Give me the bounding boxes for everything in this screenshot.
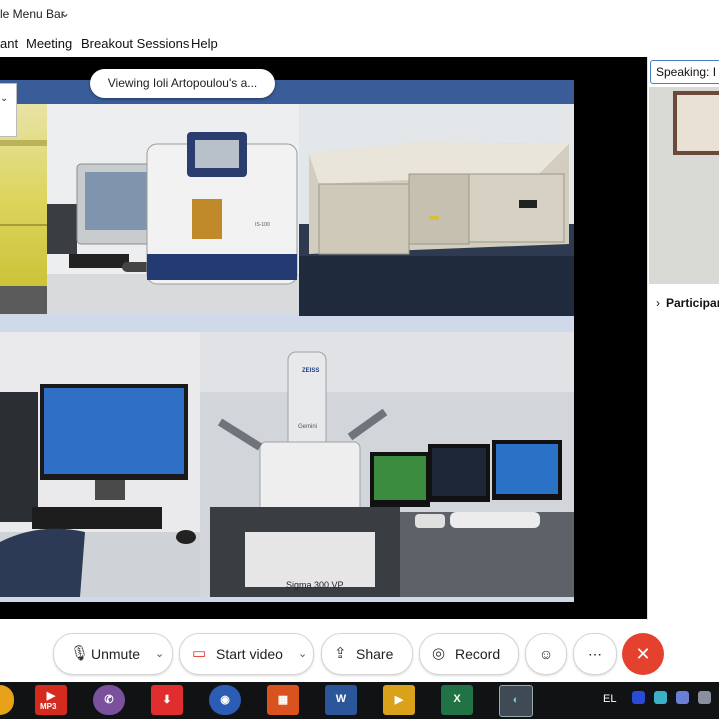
chevron-down-icon[interactable]: ⌄ (60, 6, 70, 20)
more-options-button[interactable]: ⋯ (573, 633, 617, 675)
sem-brand-label: ZEISS (302, 368, 320, 374)
chevron-right-icon: › (656, 296, 660, 310)
lab-photo-electron-microscope: ZEISS Gemini Sigma 300 VP (200, 332, 574, 597)
record-icon: ◎ (432, 645, 446, 662)
taskbar-app-mp3[interactable]: ▶ MP3 (35, 685, 67, 715)
video-off-icon: ▭ (192, 645, 207, 662)
instrument-label: IS-100 (255, 222, 270, 228)
end-meeting-button[interactable]: ✕ (622, 633, 664, 675)
sem-model-label: Sigma 300 VP (286, 580, 344, 590)
menu-bar: ant Meeting Breakout Sessions Help (0, 30, 719, 56)
menu-meeting[interactable]: Meeting (26, 36, 72, 51)
menu-participant[interactable]: ant (0, 36, 18, 51)
unmute-label: Unmute (91, 646, 141, 662)
tray-app-icon[interactable] (676, 691, 689, 704)
taskbar-app-viber[interactable]: ✆ (93, 685, 125, 715)
participants-label: Participants (666, 296, 719, 310)
record-button[interactable]: ◎ Record (419, 633, 519, 675)
taskbar-app-office[interactable]: ▦ (267, 685, 299, 715)
title-bar (0, 0, 719, 30)
sem-column-label: Gemini (298, 424, 318, 430)
share-label: Share (356, 646, 394, 662)
chevron-down-icon[interactable]: ⌄ (0, 93, 8, 104)
window-title: le Menu Bar (0, 7, 65, 21)
slide-header-strip (0, 80, 574, 105)
share-button[interactable]: ⇪ Share (321, 633, 413, 675)
close-icon: ✕ (635, 644, 651, 664)
language-indicator[interactable]: EL (603, 693, 616, 705)
taskbar-app-earth[interactable]: ◉ (209, 685, 241, 715)
lab-photo-spectrometer: IS-100 (47, 104, 299, 314)
taskbar-app-media[interactable]: ▶ (383, 685, 415, 715)
tray-app-icon[interactable] (654, 691, 667, 704)
lab-photo-workstation (0, 332, 200, 597)
taskbar-app-excel[interactable]: X (441, 685, 473, 715)
reactions-icon: ☺ (538, 646, 554, 662)
start-video-button[interactable]: ▭ Start video ⌄ (179, 633, 314, 675)
chevron-down-icon[interactable]: ⌄ (298, 634, 307, 674)
more-icon: ⋯ (588, 646, 602, 662)
left-flyout-button[interactable] (0, 83, 17, 137)
taskbar-app-word[interactable]: W (325, 685, 357, 715)
viewing-status-pill[interactable]: Viewing Ioli Artopoulou's a... (90, 69, 275, 98)
active-speaker-video (649, 87, 719, 284)
menu-breakout-sessions[interactable]: Breakout Sessions (81, 36, 189, 51)
participants-toggle[interactable]: › Participants (656, 296, 719, 310)
record-label: Record (455, 646, 501, 662)
taskbar-app-webex[interactable]: ◐ (499, 685, 533, 717)
reactions-button[interactable]: ☺ (525, 633, 567, 675)
mp3-badge: MP3 (40, 702, 57, 711)
share-icon: ⇪ (334, 645, 347, 662)
chevron-down-icon[interactable]: ⌄ (155, 634, 164, 674)
bluetooth-icon[interactable] (632, 691, 645, 704)
active-speaker-label: Speaking: I (650, 60, 719, 84)
menu-help[interactable]: Help (191, 36, 218, 51)
start-video-label: Start video (216, 646, 283, 662)
taskbar-app-downloader[interactable]: ⬇ (151, 685, 183, 715)
microphone-muted-icon: 🎙 (70, 645, 90, 662)
tray-app-icon[interactable] (698, 691, 711, 704)
lab-photo-analyzer-units (299, 104, 574, 316)
unmute-button[interactable]: 🎙 Unmute ⌄ (53, 633, 173, 675)
